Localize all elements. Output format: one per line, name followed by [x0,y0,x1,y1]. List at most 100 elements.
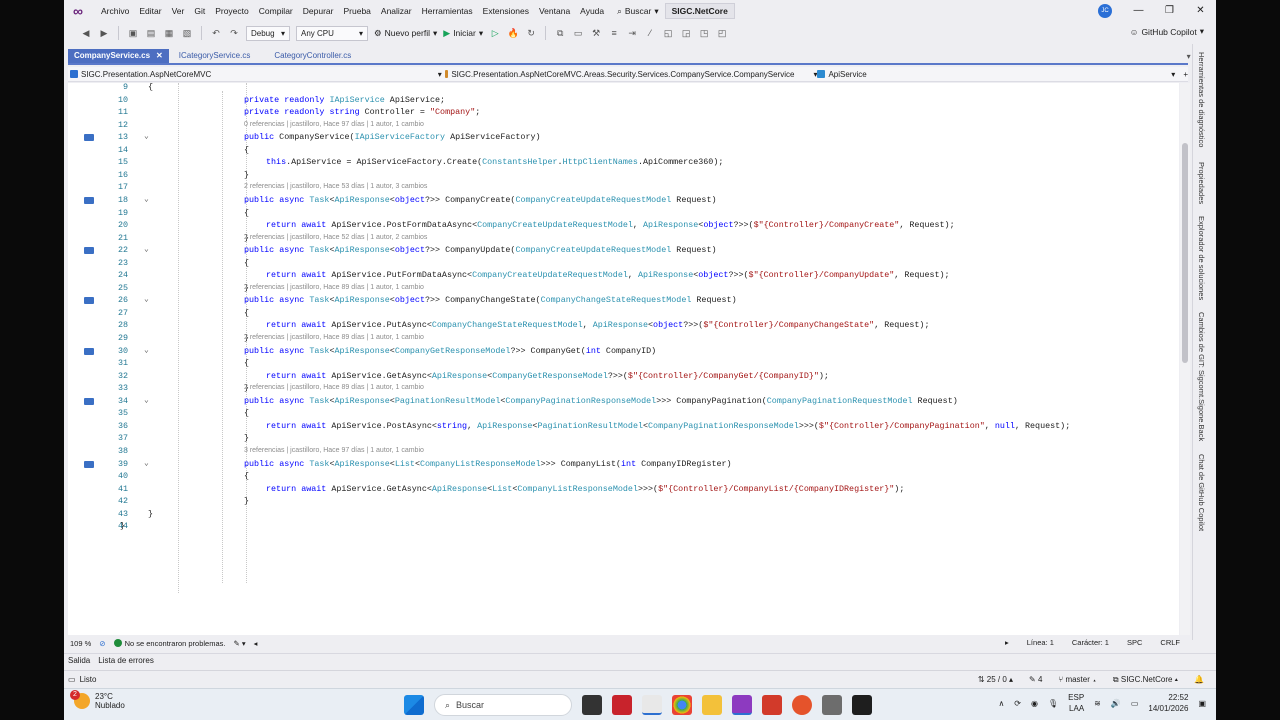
code-line[interactable]: 21} [68,232,1179,244]
code-line[interactable]: 34 ⌄ public async Task<ApiResponse<Paginat… [68,395,1179,407]
menu-item[interactable]: Ventana [534,0,575,22]
pending-edits[interactable]: ✎ 4 [1029,671,1042,688]
open-file-icon[interactable]: ▤ [145,28,157,39]
code-line[interactable]: 20 return await ApiService.PostFormDataAs… [68,219,1179,231]
refresh-icon[interactable]: ↻ [525,28,537,39]
menu-item[interactable]: Ver [167,0,190,22]
codelens-info[interactable]: 2 referencias | jcastilloro, Hace 53 día… [244,181,427,193]
save-all-icon[interactable]: ▧ [181,28,193,39]
tray-app-icon[interactable]: ◉ [1031,699,1038,708]
menu-item[interactable]: Archivo [96,0,134,22]
clock[interactable]: 22:52 14/01/2026 [1148,692,1188,714]
comment-icon[interactable]: ⁄ [644,28,656,38]
project-dropdown[interactable]: SIGC.Presentation.AspNetCoreMVC [68,70,438,79]
close-icon[interactable]: ✕ [156,49,163,63]
weather-widget[interactable]: 2 23°C Nublado [70,690,125,710]
avatar[interactable]: JC [1098,4,1112,18]
menu-item[interactable]: Proyecto [210,0,254,22]
menu-item[interactable]: Prueba [338,0,375,22]
code-line[interactable]: 33} [68,382,1179,394]
side-panel-tab[interactable]: Chat de GitHub Copilot [1197,454,1206,531]
bookmark-prev-icon[interactable]: ◲ [680,28,692,39]
codelens-info[interactable]: 2 referencias | jcastilloro, Hace 89 día… [244,332,424,344]
start-button[interactable]: ▶ Iniciar ▾ [443,28,483,39]
github-copilot-button[interactable]: ☺ GitHub Copilot ▾ [1130,26,1204,37]
fold-toggle-icon[interactable]: ⌄ [144,294,154,306]
save-icon[interactable]: ▦ [163,28,175,39]
postman-icon[interactable] [792,695,812,715]
fold-toggle-icon[interactable]: ⌄ [144,194,154,206]
menu-item[interactable]: Extensiones [478,0,534,22]
app-red-icon[interactable] [762,695,782,715]
code-line[interactable]: 11 private readonly string Controller = "… [68,106,1179,118]
code-line[interactable]: 36 return await ApiService.PostAsync<stri… [68,420,1179,432]
code-line[interactable]: 42} [68,495,1179,507]
reference-marker-icon[interactable] [84,196,94,204]
reference-marker-icon[interactable] [84,460,94,468]
zoom-level[interactable]: 109 % [70,639,91,648]
notification-icon[interactable]: 🔔 [1194,671,1204,688]
redo-icon[interactable]: ↷ [228,28,240,39]
menu-item[interactable]: Herramientas [417,0,478,22]
code-line[interactable]: 40 { [68,470,1179,482]
taskbar-search[interactable]: ⌕ Buscar [434,694,572,716]
align-icon[interactable]: ≡ [608,28,620,38]
reference-marker-icon[interactable] [84,347,94,355]
hot-reload-icon[interactable]: 🔥 [507,28,519,39]
fold-toggle-icon[interactable]: ⌄ [144,244,154,256]
code-line[interactable]: 15 this.ApiService = ApiServiceFactory.Cr… [68,156,1179,168]
fold-toggle-icon[interactable]: ⌄ [144,458,154,470]
task-view-icon[interactable] [582,695,602,715]
code-line[interactable]: 35 { [68,407,1179,419]
file-explorer-icon[interactable] [702,695,722,715]
undo-icon[interactable]: ↶ [210,28,222,39]
tab-error-list[interactable]: Lista de errores [98,656,154,665]
code-line[interactable]: 29} [68,332,1179,344]
code-line[interactable]: 10 private readonly IApiService ApiServic… [68,94,1179,106]
code-line[interactable]: 28 return await ApiService.PutAsync<Compa… [68,319,1179,331]
browser-link-icon[interactable]: ⧉ [554,28,566,39]
back-icon[interactable]: ◀ [80,28,92,39]
bookmark-icon[interactable]: ◱ [662,28,674,39]
vertical-scrollbar[interactable] [1180,83,1190,635]
code-line[interactable]: 24 return await ApiService.PutFormDataAsy… [68,269,1179,281]
bookmark-next-icon[interactable]: ◳ [698,28,710,39]
platform-dropdown[interactable]: Any CPU ▾ [296,25,368,41]
chrome-icon[interactable] [672,695,692,715]
code-line[interactable]: 19 { [68,207,1179,219]
code-editor[interactable]: 9{10 private readonly IApiService ApiServ… [68,83,1179,635]
side-panel-tab[interactable]: Propiedades [1197,162,1206,204]
type-dropdown[interactable]: ▾ SIGC.Presentation.AspNetCoreMVC.Areas.S… [438,70,818,79]
fold-toggle-icon[interactable]: ⌄ [144,345,154,357]
split-icon[interactable]: + [1183,70,1188,79]
new-project-icon[interactable]: ▣ [127,28,139,39]
code-line[interactable]: 25} [68,282,1179,294]
codelens-info[interactable]: 2 referencias | jcastilloro, Hace 89 día… [244,382,424,394]
code-line[interactable]: 38 [68,445,1179,457]
repo-selector[interactable]: ⧉ SIGC.NetCore ▴ [1113,671,1178,688]
reference-marker-icon[interactable] [84,397,94,405]
chevron-up-icon[interactable]: ∧ [998,699,1004,708]
code-line[interactable]: 16} [68,169,1179,181]
codelens-info[interactable]: 3 referencias | jcastilloro, Hace 97 día… [244,445,424,457]
menu-item[interactable]: Git [189,0,210,22]
launch-profile-dropdown[interactable]: ⚙ Nuevo perfil ▾ [374,28,437,39]
side-panel-tab[interactable]: Herramientas de diagnóstico [1197,52,1206,147]
side-panel-tab[interactable]: Explorador de soluciones [1197,216,1206,300]
tray-sync-icon[interactable]: ⟳ [1014,699,1021,708]
code-line[interactable]: 32 return await ApiService.GetAsync<ApiRe… [68,370,1179,382]
menu-item[interactable]: Ayuda [575,0,609,22]
language-indicator[interactable]: ESP LAA [1068,692,1084,714]
wifi-icon[interactable]: ≋ [1094,699,1101,708]
tools-icon[interactable]: ⚒ [590,28,602,39]
code-line[interactable]: 31 { [68,357,1179,369]
branch-selector[interactable]: ⑂ master ▴ [1058,671,1097,688]
code-line[interactable]: 17 [68,181,1179,193]
git-app-icon[interactable] [642,695,662,715]
volume-icon[interactable]: 🔊 [1111,699,1121,708]
brush-icon[interactable]: ✎ ▾ [233,639,245,648]
reference-marker-icon[interactable] [84,297,94,305]
minimize-icon[interactable]: — [1123,0,1154,22]
tab-active-document[interactable]: CompanyService.cs ✕ [68,49,169,63]
menu-item[interactable]: Analizar [376,0,417,22]
